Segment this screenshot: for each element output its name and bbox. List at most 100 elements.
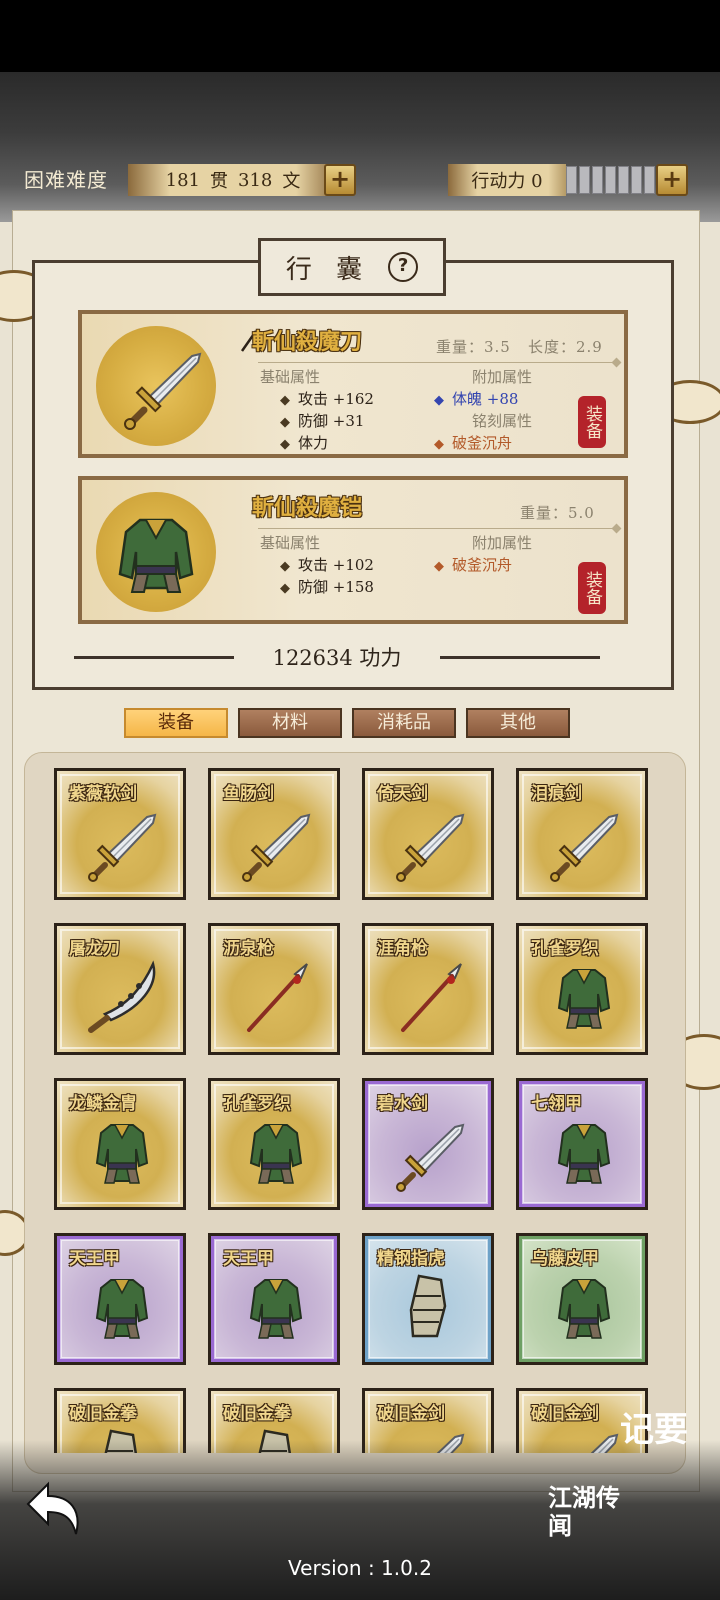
sword-icon <box>242 813 311 882</box>
inventory-item[interactable]: 泪痕剑 <box>516 768 648 900</box>
sword-icon <box>396 813 465 882</box>
base-stat: 攻击 +162 <box>280 388 374 409</box>
engrave-stat: 破釜沉舟 <box>434 432 512 453</box>
gauntlet-icon <box>409 1274 447 1338</box>
equipped-armor-name: 斬仙殺魔铠 <box>252 495 363 521</box>
money-display: 181 贯 318 文 <box>128 164 338 196</box>
armor-icon <box>557 1124 611 1184</box>
divider <box>258 362 616 363</box>
divider <box>74 656 234 659</box>
add-attr-label: 附加属性 <box>472 534 533 552</box>
equipped-weapon-card[interactable]: 斬仙殺魔刀 重量：3.5 长度：2.9 基础属性 攻击 +162 防御 +31 … <box>78 310 628 458</box>
sword-icon <box>550 813 619 882</box>
inventory-item[interactable]: 碧水剑 <box>362 1078 494 1210</box>
item-name: 紫薇软剑 <box>69 784 137 804</box>
equipped-armor-weight: 重量：5.0 <box>520 504 595 522</box>
equipped-armor-image <box>96 492 216 612</box>
add-money-button[interactable]: + <box>324 164 356 196</box>
item-name: 破旧金剑 <box>377 1404 445 1424</box>
tab-materials[interactable]: 材料 <box>238 708 342 738</box>
engrave-attr-label: 铭刻属性 <box>472 412 533 430</box>
armor-icon <box>95 1279 149 1339</box>
spear-icon <box>247 963 308 1032</box>
item-name: 天王甲 <box>69 1249 120 1269</box>
tab-equipment[interactable]: 装备 <box>124 708 228 738</box>
action-power-label: 行动力 0 <box>448 164 566 196</box>
item-name: 鱼肠剑 <box>223 784 274 804</box>
bag-title-text: 行 囊 <box>285 254 371 285</box>
armor-icon <box>557 1279 611 1339</box>
inventory-item[interactable]: 精钢指虎 <box>362 1233 494 1365</box>
sword-icon <box>124 352 202 430</box>
inventory-item[interactable]: 七翎甲 <box>516 1078 648 1210</box>
status-bar-area <box>0 0 720 72</box>
equipped-weapon-weight: 重量：3.5 <box>436 338 511 356</box>
sword-icon <box>396 1123 465 1192</box>
equipped-weapon-name: 斬仙殺魔刀 <box>252 329 363 355</box>
item-name: 孔雀罗织 <box>223 1094 291 1114</box>
inventory-item[interactable]: 龙鳞金胄 <box>54 1078 186 1210</box>
base-stat: 体力 <box>280 432 328 453</box>
equipped-weapon-length: 长度：2.9 <box>528 338 603 356</box>
action-power-bar <box>566 166 668 194</box>
version-label: Version : 1.0.2 <box>288 1556 432 1580</box>
dragon-blade-icon <box>88 960 156 1033</box>
add-attr-label: 附加属性 <box>472 368 533 386</box>
base-stat: 防御 +158 <box>280 576 374 597</box>
equipped-weapon-image <box>96 326 216 446</box>
inventory-item[interactable]: 屠龙刀 <box>54 923 186 1055</box>
item-name: 天王甲 <box>223 1249 274 1269</box>
bag-title: 行 囊 ? <box>258 238 446 296</box>
inventory-item[interactable]: 倚天剑 <box>362 768 494 900</box>
bag-tabs: 装备 材料 消耗品 其他 <box>124 708 570 738</box>
spear-icon <box>401 963 462 1032</box>
inventory-item[interactable]: 天王甲 <box>54 1233 186 1365</box>
inventory-item[interactable]: 涯角枪 <box>362 923 494 1055</box>
inventory-grid[interactable]: 紫薇软剑 鱼肠剑 倚天剑 泪痕剑 屠龙刀 沥泉枪 涯角枪 孔雀罗织 龙鳞金胄 孔雀罗织 碧水剑 七翎甲… <box>52 766 652 1453</box>
help-icon[interactable]: ? <box>388 252 419 282</box>
item-name: 孔雀罗织 <box>531 939 599 959</box>
money-wen-value: 318 <box>238 169 273 191</box>
item-name: 屠龙刀 <box>69 939 120 959</box>
equipped-armor-card[interactable]: 斬仙殺魔铠 重量：5.0 基础属性 攻击 +102 防御 +158 附加属性 破… <box>78 476 628 624</box>
base-attr-label: 基础属性 <box>260 368 321 386</box>
divider <box>258 528 616 529</box>
base-stat: 防御 +31 <box>280 410 364 431</box>
total-power: 122634 功力 <box>272 646 402 670</box>
inventory-item[interactable]: 孔雀罗织 <box>208 1078 340 1210</box>
item-name: 涯角枪 <box>377 939 428 959</box>
equip-button[interactable]: 装备 <box>578 396 606 448</box>
item-name: 乌藤皮甲 <box>531 1249 599 1269</box>
item-name: 沥泉枪 <box>223 939 274 959</box>
divider <box>440 656 600 659</box>
armor-icon <box>557 969 611 1029</box>
notes-button[interactable]: 记要 <box>620 1410 706 1506</box>
equip-button[interactable]: 装备 <box>578 562 606 614</box>
item-name: 破旧金拳 <box>223 1404 291 1424</box>
sword-icon <box>88 813 157 882</box>
money-guan-value: 181 <box>165 169 200 191</box>
tab-consumables[interactable]: 消耗品 <box>352 708 456 738</box>
item-name: 泪痕剑 <box>531 784 582 804</box>
money-wen-unit: 文 <box>282 171 301 192</box>
armor-icon <box>249 1279 303 1339</box>
base-attr-label: 基础属性 <box>260 534 321 552</box>
inventory-item[interactable]: 乌藤皮甲 <box>516 1233 648 1365</box>
item-name: 精钢指虎 <box>377 1249 445 1269</box>
inventory-item[interactable]: 孔雀罗织 <box>516 923 648 1055</box>
add-stat: 体魄 +88 <box>434 388 518 409</box>
armor-icon <box>249 1124 303 1184</box>
item-name: 碧水剑 <box>377 1094 428 1114</box>
inventory-item[interactable]: 天王甲 <box>208 1233 340 1365</box>
money-guan-unit: 贯 <box>210 171 228 192</box>
add-action-power-button[interactable]: + <box>656 164 688 196</box>
tab-other[interactable]: 其他 <box>466 708 570 738</box>
item-name: 破旧金剑 <box>531 1404 599 1424</box>
back-arrow-icon[interactable] <box>14 1470 94 1550</box>
inventory-item[interactable]: 沥泉枪 <box>208 923 340 1055</box>
armor-icon <box>118 518 194 593</box>
item-name: 龙鳞金胄 <box>69 1094 137 1114</box>
inventory-item[interactable]: 鱼肠剑 <box>208 768 340 900</box>
item-name: 倚天剑 <box>377 784 428 804</box>
inventory-item[interactable]: 紫薇软剑 <box>54 768 186 900</box>
